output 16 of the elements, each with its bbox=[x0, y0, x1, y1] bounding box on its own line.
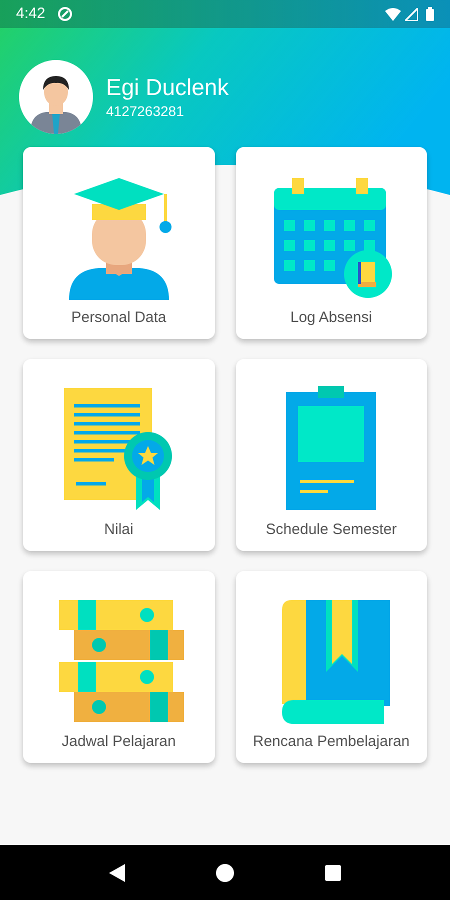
menu-card[interactable]: Schedule Semester bbox=[236, 359, 427, 551]
data-saver-icon bbox=[57, 6, 74, 22]
wifi-icon bbox=[385, 8, 401, 20]
recents-icon[interactable] bbox=[324, 864, 341, 880]
menu-card[interactable]: Jadwal Pelajaran bbox=[23, 571, 214, 763]
menu-card[interactable]: Log Absensi bbox=[236, 147, 427, 339]
battery-icon bbox=[426, 7, 434, 21]
signal-icon bbox=[405, 8, 418, 20]
profile-id: 4127263281 bbox=[106, 102, 185, 120]
profile-name: Egi Duclenk bbox=[106, 72, 229, 100]
back-icon[interactable] bbox=[109, 864, 126, 882]
status-time: 4:42 bbox=[16, 4, 46, 24]
menu-card[interactable]: Rencana Pembelajaran bbox=[236, 571, 427, 763]
menu-card[interactable]: Personal Data bbox=[23, 147, 214, 339]
home-icon[interactable] bbox=[216, 864, 234, 882]
menu-card[interactable]: Nilai bbox=[23, 359, 214, 551]
